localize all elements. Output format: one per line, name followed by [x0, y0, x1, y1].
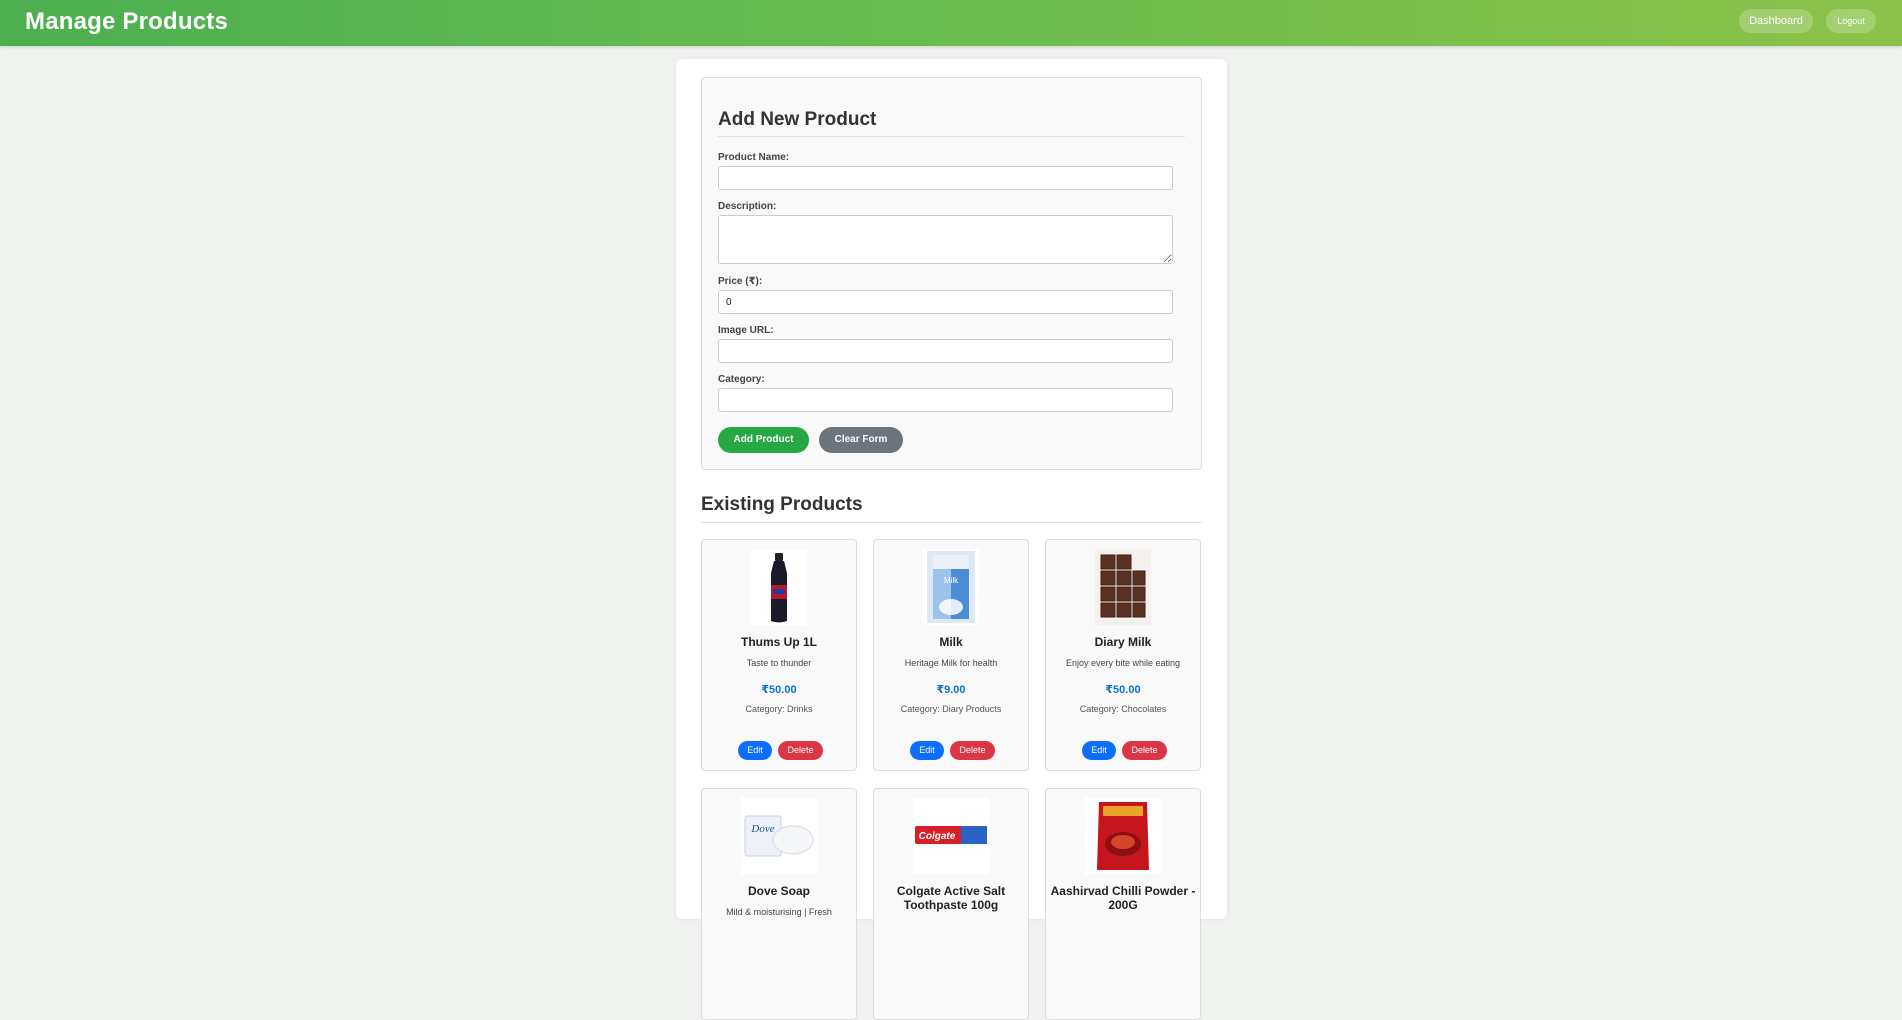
- product-description: Heritage Milk for health: [904, 658, 998, 668]
- image-url-input[interactable]: [718, 339, 1173, 363]
- product-description: Enjoy every bite while eating: [1065, 658, 1181, 668]
- product-card: Thums Up 1L Taste to thunder ₹50.00 Cate…: [701, 539, 857, 771]
- price-label: Price (₹):: [718, 276, 763, 287]
- delete-button[interactable]: Delete: [950, 741, 995, 760]
- delete-button[interactable]: Delete: [1122, 741, 1167, 760]
- product-card: Milk Milk Heritage Milk for health ₹9.00…: [873, 539, 1029, 771]
- product-image: [751, 549, 807, 625]
- product-category: Category: Diary Products: [900, 704, 1002, 714]
- product-name-input[interactable]: [718, 166, 1173, 190]
- category-label: Category:: [718, 374, 765, 385]
- form-divider: [718, 136, 1185, 137]
- product-image: Dove: [741, 798, 817, 874]
- product-name: Colgate Active Salt Toothpaste 100g: [896, 884, 1006, 912]
- product-price: ₹50.00: [761, 684, 797, 696]
- logout-button[interactable]: Logout: [1826, 9, 1876, 33]
- form-title: Add New Product: [718, 109, 877, 130]
- product-card: Dove Dove Soap Mild & moisturising | Fre…: [701, 788, 857, 1020]
- edit-button[interactable]: Edit: [738, 741, 772, 760]
- edit-button[interactable]: Edit: [1082, 741, 1116, 760]
- svg-text:Dove: Dove: [750, 823, 774, 835]
- product-price: ₹9.00: [936, 684, 966, 696]
- product-card: Colgate Colgate Active Salt Toothpaste 1…: [873, 788, 1029, 1020]
- product-price: ₹50.00: [1105, 684, 1141, 696]
- product-name-label: Product Name:: [718, 152, 790, 163]
- category-input[interactable]: [718, 388, 1173, 412]
- product-image: [1095, 549, 1151, 625]
- product-card: Diary Milk Enjoy every bite while eating…: [1045, 539, 1201, 771]
- add-product-form: Add New Product Product Name: Descriptio…: [701, 77, 1202, 470]
- add-product-button[interactable]: Add Product: [718, 427, 809, 453]
- product-name: Thums Up 1L: [740, 635, 817, 649]
- svg-text:Colgate: Colgate: [919, 831, 956, 842]
- description-label: Description:: [718, 201, 777, 212]
- product-name: Milk: [939, 635, 963, 649]
- page-title: Manage Products: [25, 8, 229, 35]
- product-image: [1085, 798, 1161, 874]
- price-input[interactable]: [718, 290, 1173, 314]
- edit-button[interactable]: Edit: [910, 741, 944, 760]
- product-card: Aashirvad Chilli Powder - 200G: [1045, 788, 1201, 1020]
- product-image: Colgate: [913, 798, 989, 874]
- svg-text:Milk: Milk: [944, 576, 959, 585]
- product-category: Category: Chocolates: [1079, 704, 1167, 714]
- product-description: Mild & moisturising | Fresh: [726, 907, 832, 917]
- product-category: Category: Drinks: [745, 704, 813, 714]
- product-name: Aashirvad Chilli Powder - 200G: [1050, 884, 1196, 912]
- dashboard-button[interactable]: Dashboard: [1739, 9, 1813, 33]
- product-image: Milk: [923, 549, 979, 625]
- section-divider: [701, 522, 1202, 523]
- product-name: Diary Milk: [1094, 635, 1152, 649]
- description-textarea[interactable]: [718, 215, 1173, 264]
- main-panel: Add New Product Product Name: Descriptio…: [676, 59, 1227, 1020]
- delete-button[interactable]: Delete: [778, 741, 823, 760]
- clear-form-button[interactable]: Clear Form: [819, 427, 903, 453]
- image-url-label: Image URL:: [718, 325, 774, 336]
- top-header: Manage Products Dashboard Logout: [0, 0, 1902, 46]
- product-description: Taste to thunder: [746, 658, 812, 668]
- product-name: Dove Soap: [747, 884, 810, 898]
- existing-products-title: Existing Products: [701, 494, 863, 515]
